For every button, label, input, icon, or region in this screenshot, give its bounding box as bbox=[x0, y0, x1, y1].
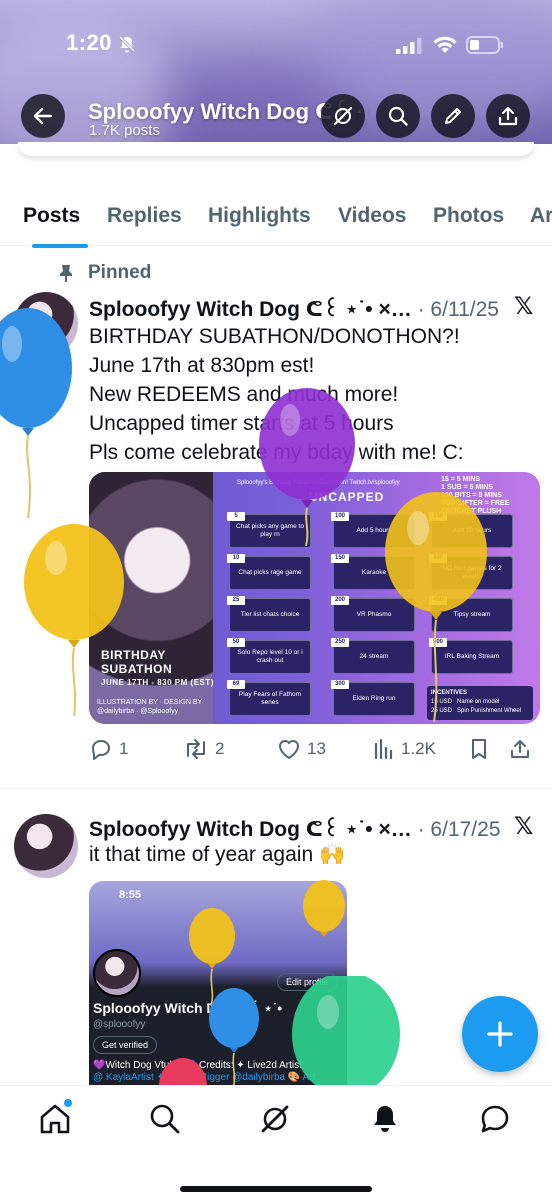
repost-button[interactable]: 2 bbox=[183, 738, 224, 760]
avatar[interactable] bbox=[14, 814, 78, 878]
goal-num: 350 bbox=[429, 512, 447, 521]
active-tab-indicator bbox=[32, 244, 88, 248]
goal-num: 25 bbox=[227, 596, 245, 605]
goal-num: 69 bbox=[227, 680, 245, 689]
search-button[interactable] bbox=[376, 94, 420, 138]
back-button[interactable] bbox=[21, 94, 65, 138]
goal-num: 300 bbox=[331, 680, 349, 689]
reply-icon bbox=[92, 740, 110, 760]
post-count: 1.7K posts bbox=[89, 122, 160, 139]
search-icon[interactable] bbox=[148, 1102, 182, 1136]
repost-icon bbox=[187, 739, 205, 759]
search-icon bbox=[388, 106, 408, 126]
x-logo-icon: 𝕏 bbox=[514, 293, 534, 320]
goal-num: 500 bbox=[429, 638, 447, 647]
home-icon[interactable] bbox=[38, 1102, 72, 1136]
reply-button[interactable]: 1 bbox=[89, 738, 128, 760]
pencil-icon bbox=[445, 108, 461, 124]
status-time: 1:20 bbox=[66, 30, 113, 55]
screenshot-name: Splooofyy Witch Dog ᕦ꒰ ⋆˙• bbox=[93, 1000, 283, 1016]
messages-icon[interactable] bbox=[478, 1102, 512, 1136]
goal-num: 10 bbox=[227, 554, 245, 563]
cellular-signal-icon bbox=[396, 38, 422, 54]
wifi-icon bbox=[433, 36, 457, 53]
post-actions: 1 2 13 1.2K bbox=[89, 734, 541, 764]
like-count: 13 bbox=[307, 739, 326, 758]
compose-post-button[interactable] bbox=[462, 996, 538, 1072]
notifications-icon[interactable] bbox=[368, 1102, 402, 1136]
goal-num: 5 bbox=[227, 512, 245, 521]
post-text: it that time of year again 🙌 bbox=[89, 843, 346, 866]
arrow-left-icon bbox=[33, 107, 53, 125]
post-image[interactable]: 8:55 Edit profile Splooofyy Witch Dog ᕦ꒰… bbox=[89, 881, 347, 1085]
goal-num: 400 bbox=[429, 554, 447, 563]
share-button[interactable] bbox=[486, 94, 530, 138]
post-text: BIRTHDAY SUBATHON/DONOTHON?! June 17th a… bbox=[89, 325, 464, 464]
uncapped-label: UNCAPPED bbox=[309, 490, 385, 504]
goal-num: 50 bbox=[227, 638, 245, 647]
screenshot-verified: Get verified bbox=[93, 1036, 158, 1054]
bottom-navigation bbox=[0, 1085, 552, 1200]
tab-highlights[interactable]: Highlights bbox=[208, 204, 311, 228]
views-button[interactable]: 1.2K bbox=[373, 738, 436, 760]
tab-posts[interactable]: Posts bbox=[23, 204, 80, 228]
share-post-button[interactable] bbox=[509, 738, 531, 760]
goal-num: 200 bbox=[331, 596, 349, 605]
views-count: 1.2K bbox=[401, 739, 436, 758]
screenshot-avatar bbox=[93, 949, 141, 997]
post-header: Splooofyy Witch Dog ᕦ꒰ ⋆˙• ×… · 6/17/25 bbox=[89, 814, 501, 842]
like-button[interactable]: 13 bbox=[277, 738, 326, 760]
rates-list: 1$ = 5 MINS 1 SUB = 5 MINS 100 BITS = 5 … bbox=[441, 476, 510, 515]
screenshot-handle: @splooofyy bbox=[93, 1019, 146, 1030]
goal-num: 250 bbox=[331, 638, 349, 647]
author-name[interactable]: Splooofyy Witch Dog ᕦ꒰ ⋆˙• ×… bbox=[89, 298, 412, 321]
goal-num: 450 bbox=[429, 596, 447, 605]
incentives-box: INCENTIVES 15 USD Name on model 25 USD S… bbox=[427, 686, 533, 720]
tab-articles[interactable]: Ar bbox=[530, 204, 552, 228]
profile-tabs: Posts Replies Highlights Videos Photos A… bbox=[0, 190, 552, 248]
heart-icon bbox=[279, 740, 299, 759]
share-icon bbox=[498, 106, 518, 126]
tab-photos[interactable]: Photos bbox=[433, 204, 504, 228]
views-icon bbox=[374, 738, 393, 760]
image-header: Splooofyy's Birthday Subathon/Donothon! … bbox=[237, 480, 400, 486]
birthday-title: BIRTHDAY SUBATHON JUNE 17TH - 830 PM (ES… bbox=[101, 648, 214, 687]
home-notification-dot bbox=[64, 1099, 72, 1107]
grok-button[interactable] bbox=[321, 94, 365, 138]
status-bar: 1:20 bbox=[0, 0, 552, 90]
post-date: · 6/11/25 bbox=[417, 298, 499, 321]
post-image[interactable]: BIRTHDAY SUBATHON JUNE 17TH - 830 PM (ES… bbox=[89, 472, 540, 724]
tab-videos[interactable]: Videos bbox=[338, 204, 406, 228]
post-date: · 6/17/25 bbox=[417, 818, 501, 841]
post-header: Splooofyy Witch Dog ᕦ꒰ ⋆˙• ×… · 6/11/25 bbox=[89, 294, 499, 322]
screenshot-time: 8:55 bbox=[119, 889, 142, 901]
repost-count: 2 bbox=[215, 739, 225, 758]
pin-icon bbox=[60, 265, 72, 282]
post-divider bbox=[0, 788, 552, 789]
grok-icon[interactable] bbox=[258, 1102, 292, 1136]
pinned-label: Pinned bbox=[56, 262, 151, 284]
sheet-edge bbox=[18, 142, 534, 156]
plus-icon bbox=[487, 1021, 513, 1047]
grok-icon bbox=[333, 106, 353, 126]
avatar[interactable] bbox=[14, 292, 78, 356]
image-credits: ILLUSTRATION BY · DESIGN BY @dailybirba … bbox=[97, 699, 203, 715]
screenshot-edit-profile: Edit profile bbox=[277, 973, 338, 991]
x-logo-icon: 𝕏 bbox=[514, 813, 534, 840]
goal-num: 100 bbox=[331, 512, 349, 521]
bookmark-button[interactable] bbox=[469, 738, 489, 760]
author-name[interactable]: Splooofyy Witch Dog ᕦ꒰ ⋆˙• ×… bbox=[89, 818, 412, 841]
bookmark-icon bbox=[472, 739, 486, 759]
screenshot-bio: 💜Witch Dog Vtuber💙 Credits: ✦ Live2d Art… bbox=[93, 1060, 302, 1071]
edit-button[interactable] bbox=[431, 94, 475, 138]
tab-replies[interactable]: Replies bbox=[107, 204, 182, 228]
home-indicator bbox=[180, 1186, 372, 1192]
pinned-text: Pinned bbox=[88, 262, 152, 283]
reply-count: 1 bbox=[119, 739, 129, 758]
bell-off-icon bbox=[118, 35, 136, 53]
screenshot-bio-links: @ KaylaArtist ✦ Live2d Rigger @dailybirb… bbox=[93, 1072, 316, 1083]
goal-num: 150 bbox=[331, 554, 349, 563]
share-icon bbox=[511, 740, 529, 758]
battery-icon bbox=[466, 36, 503, 54]
